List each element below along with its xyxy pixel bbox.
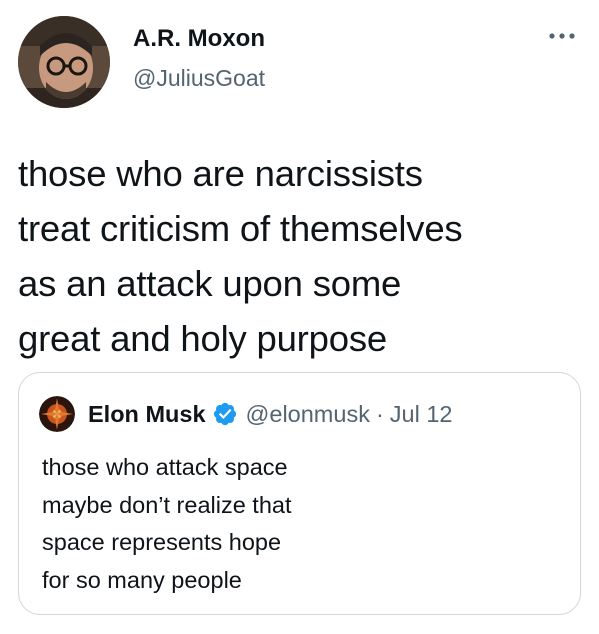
quoted-author-handle[interactable]: @elonmusk: [246, 401, 370, 428]
tweet-text: those who are narcissists treat criticis…: [18, 153, 463, 359]
quoted-avatar-image: [39, 396, 75, 432]
tweet: A.R. Moxon @JuliusGoat those who are nar…: [0, 0, 599, 634]
quoted-author-avatar[interactable]: [39, 396, 75, 432]
avatar-image: [18, 16, 110, 108]
author-avatar[interactable]: [18, 16, 110, 108]
meta-separator: ·: [375, 400, 384, 427]
verified-badge-icon: [212, 401, 238, 427]
quoted-tweet-header: Elon Musk @elonmusk · Jul 12: [88, 397, 453, 431]
more-dots-icon[interactable]: [544, 26, 580, 46]
quoted-author-name[interactable]: Elon Musk: [88, 401, 206, 428]
author-name[interactable]: A.R. Moxon: [133, 24, 265, 54]
quoted-tweet-card[interactable]: Elon Musk @elonmusk · Jul 12 those who a…: [18, 372, 581, 615]
author-handle[interactable]: @JuliusGoat: [133, 64, 265, 92]
quoted-tweet-text: those who attack space maybe don’t reali…: [42, 454, 292, 593]
quoted-tweet-date[interactable]: Jul 12: [390, 401, 453, 428]
